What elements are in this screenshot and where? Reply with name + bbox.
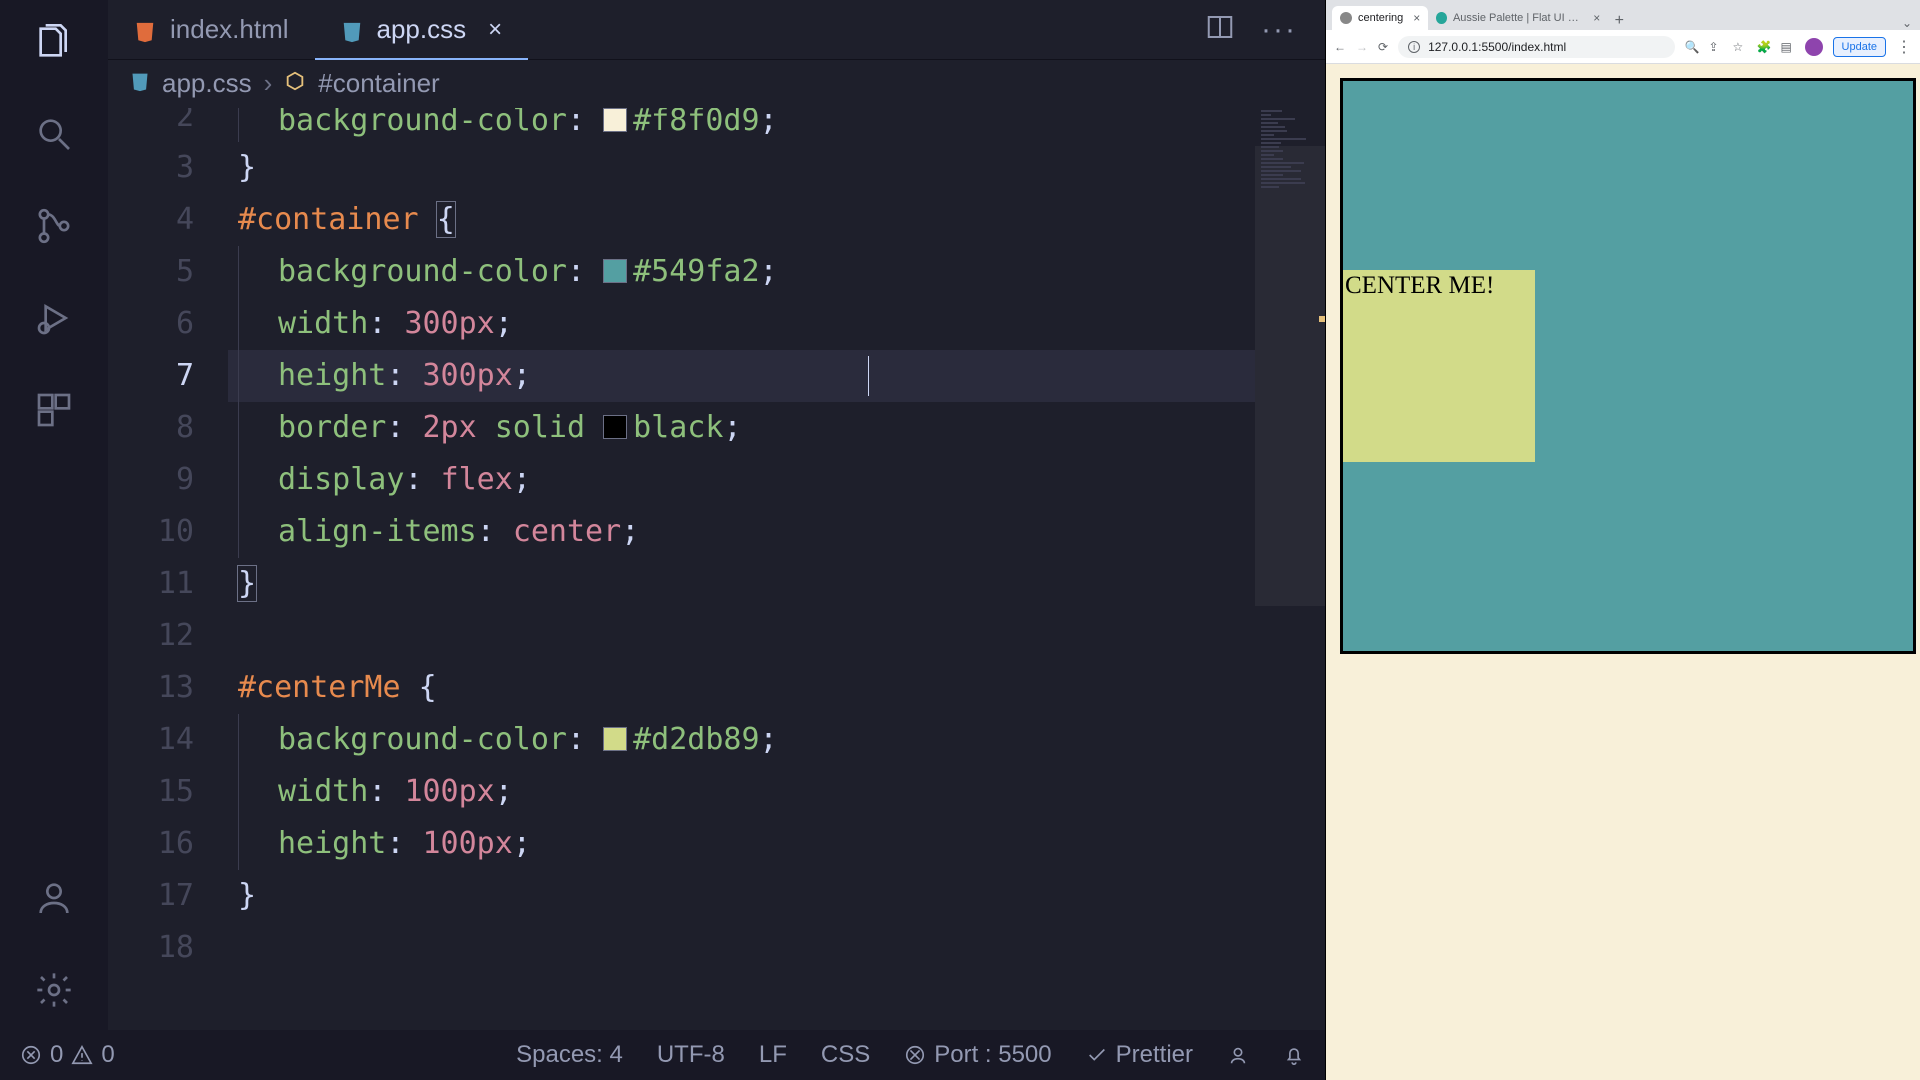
tab-label: app.css: [377, 14, 467, 45]
vscode-body: index.html app.css × ···: [0, 0, 1325, 1030]
center-me-text: CENTER ME!: [1345, 272, 1494, 299]
code-line[interactable]: [228, 610, 1325, 662]
close-icon[interactable]: ×: [488, 16, 502, 44]
code-line[interactable]: display: flex;: [228, 454, 1325, 506]
extensions-icon[interactable]: [34, 390, 74, 430]
code-line[interactable]: border: 2px solid black;: [228, 402, 1325, 454]
code-line[interactable]: height: 300px;: [228, 350, 1325, 402]
tab-app-css[interactable]: app.css ×: [315, 0, 529, 59]
color-swatch[interactable]: [603, 415, 627, 439]
status-spaces[interactable]: Spaces: 4: [516, 1041, 623, 1069]
account-icon[interactable]: [34, 878, 74, 918]
new-tab-button[interactable]: +: [1608, 12, 1630, 30]
center-me-box: CENTER ME!: [1343, 270, 1535, 462]
breadcrumb[interactable]: app.css › #container: [108, 60, 1325, 106]
container-box: CENTER ME!: [1340, 78, 1916, 654]
favicon-icon: [1436, 12, 1447, 24]
source-control-icon[interactable]: [34, 206, 74, 246]
code-line[interactable]: background-color: #549fa2;: [228, 246, 1325, 298]
bookmark-icon[interactable]: ☆: [1733, 40, 1747, 54]
close-icon[interactable]: ×: [1413, 11, 1420, 25]
chrome-window: centering × Aussie Palette | Flat UI Col…: [1325, 0, 1920, 1080]
address-bar[interactable]: i 127.0.0.1:5500/index.html: [1398, 36, 1674, 58]
favicon-icon: [1340, 12, 1352, 24]
status-live-server[interactable]: Port : 5500: [904, 1041, 1051, 1069]
rendered-page: CENTER ME!: [1326, 64, 1920, 1080]
status-feedback-icon[interactable]: [1227, 1044, 1249, 1066]
status-encoding[interactable]: UTF-8: [657, 1041, 725, 1069]
code-line[interactable]: #container {: [228, 194, 1325, 246]
tab-title: Aussie Palette | Flat UI Colors: [1453, 12, 1583, 24]
site-info-icon[interactable]: i: [1408, 41, 1420, 53]
back-icon[interactable]: ←: [1334, 40, 1346, 54]
code-line[interactable]: #centerMe {: [228, 662, 1325, 714]
status-language[interactable]: CSS: [821, 1041, 870, 1069]
code-line[interactable]: background-color: #d2db89;: [228, 714, 1325, 766]
code-line[interactable]: background-color: #f8f0d9;: [228, 108, 1325, 142]
activity-bar: [0, 0, 108, 1030]
line-gutter: 23456789101112131415161718: [108, 106, 228, 1030]
status-formatter[interactable]: Prettier: [1086, 1041, 1193, 1069]
update-button[interactable]: Update: [1833, 37, 1886, 57]
status-eol[interactable]: LF: [759, 1041, 787, 1069]
extensions-icon[interactable]: 🧩: [1757, 40, 1771, 54]
tab-title: centering: [1358, 12, 1403, 24]
search-icon[interactable]: [34, 114, 74, 154]
tab-overflow-icon[interactable]: ⌄: [1894, 16, 1920, 30]
browser-tab-centering[interactable]: centering ×: [1332, 6, 1428, 30]
tab-actions: ···: [1205, 0, 1325, 59]
chrome-tab-strip: centering × Aussie Palette | Flat UI Col…: [1326, 0, 1920, 30]
minimap[interactable]: [1255, 106, 1325, 1030]
share-icon[interactable]: ⇪: [1709, 40, 1723, 54]
breadcrumb-file: app.css: [162, 68, 252, 99]
tab-label: index.html: [170, 14, 289, 45]
tab-index-html[interactable]: index.html: [108, 0, 315, 59]
status-problems[interactable]: 0 0: [20, 1041, 115, 1069]
editor-area: index.html app.css × ···: [108, 0, 1325, 1030]
profile-avatar[interactable]: [1805, 38, 1823, 56]
zoom-icon[interactable]: 🔍: [1685, 40, 1699, 54]
run-debug-icon[interactable]: [34, 298, 74, 338]
more-actions-icon[interactable]: ···: [1261, 13, 1297, 47]
browser-tab-palette[interactable]: Aussie Palette | Flat UI Colors ×: [1428, 6, 1608, 30]
toolbar-right: 🔍 ⇪ ☆ 🧩 ▤ Update ⋮: [1685, 37, 1912, 57]
status-bar: 0 0 Spaces: 4 UTF-8 LF CSS Port : 5500 P…: [0, 1030, 1325, 1080]
forward-icon[interactable]: →: [1356, 40, 1368, 54]
reading-list-icon[interactable]: ▤: [1781, 40, 1795, 54]
close-icon[interactable]: ×: [1593, 11, 1600, 25]
code-line[interactable]: [228, 922, 1325, 974]
chrome-toolbar: ← → ⟳ i 127.0.0.1:5500/index.html 🔍 ⇪ ☆ …: [1326, 30, 1920, 64]
breadcrumb-symbol: #container: [318, 68, 439, 99]
html-file-icon: [134, 19, 156, 41]
color-swatch[interactable]: [603, 108, 627, 132]
code-line[interactable]: width: 100px;: [228, 766, 1325, 818]
split-editor-icon[interactable]: [1205, 12, 1235, 47]
code-line[interactable]: height: 100px;: [228, 818, 1325, 870]
tab-bar: index.html app.css × ···: [108, 0, 1325, 60]
vscode-window: index.html app.css × ···: [0, 0, 1325, 1080]
code-content[interactable]: background-color: #f8f0d9;}#container {b…: [228, 106, 1325, 1030]
code-line[interactable]: }: [228, 870, 1325, 922]
css-file-icon: [130, 68, 150, 99]
code-line[interactable]: }: [228, 142, 1325, 194]
chrome-menu-icon[interactable]: ⋮: [1896, 37, 1912, 57]
code-line[interactable]: width: 300px;: [228, 298, 1325, 350]
url-text: 127.0.0.1:5500/index.html: [1428, 40, 1566, 54]
reload-icon[interactable]: ⟳: [1378, 40, 1388, 54]
symbol-icon: [284, 68, 306, 99]
code-editor[interactable]: 23456789101112131415161718 background-co…: [108, 106, 1325, 1030]
explorer-icon[interactable]: [34, 22, 74, 62]
settings-gear-icon[interactable]: [34, 970, 74, 1010]
code-line[interactable]: }: [228, 558, 1325, 610]
color-swatch[interactable]: [603, 259, 627, 283]
css-file-icon: [341, 19, 363, 41]
color-swatch[interactable]: [603, 727, 627, 751]
code-line[interactable]: align-items: center;: [228, 506, 1325, 558]
chevron-right-icon: ›: [264, 68, 273, 99]
status-bell-icon[interactable]: [1283, 1044, 1305, 1066]
